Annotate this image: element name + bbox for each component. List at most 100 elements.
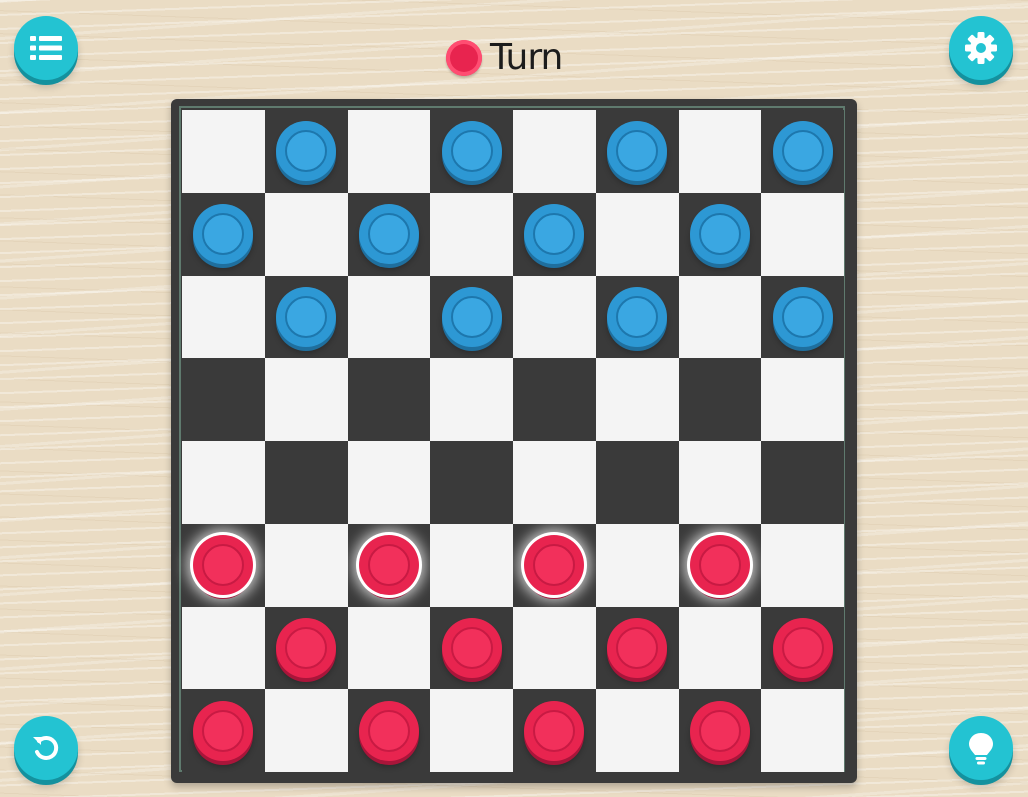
settings-button[interactable] [949, 16, 1013, 80]
checkers-board[interactable] [182, 110, 844, 772]
hint-button[interactable] [949, 716, 1013, 780]
board-square[interactable] [761, 441, 844, 524]
blue-checker-piece[interactable] [276, 121, 337, 182]
board-square[interactable] [678, 689, 762, 772]
red-checker-piece[interactable] [689, 535, 750, 596]
blue-checker-piece[interactable] [524, 204, 585, 265]
board-square[interactable] [182, 358, 265, 441]
board-square[interactable] [264, 275, 348, 359]
board-square[interactable] [513, 192, 596, 276]
board-square[interactable] [182, 275, 265, 359]
board-square[interactable] [678, 275, 762, 359]
board-square[interactable] [182, 523, 265, 607]
board-square[interactable] [264, 110, 348, 193]
board-square[interactable] [513, 358, 596, 441]
blue-checker-piece[interactable] [607, 286, 668, 347]
red-checker-piece[interactable] [607, 617, 668, 678]
board-square[interactable] [595, 441, 679, 524]
board-square[interactable] [595, 110, 679, 193]
menu-button[interactable] [14, 16, 78, 80]
board-square[interactable] [761, 606, 844, 690]
board-square[interactable] [678, 523, 762, 607]
gear-icon [964, 31, 998, 65]
board-square[interactable] [595, 192, 679, 276]
board-square[interactable] [182, 110, 265, 193]
board-square[interactable] [430, 441, 513, 524]
board-square[interactable] [347, 689, 431, 772]
board-square[interactable] [678, 192, 762, 276]
red-checker-piece[interactable] [689, 700, 750, 761]
blue-checker-piece[interactable] [358, 204, 419, 265]
board-square[interactable] [595, 358, 679, 441]
red-checker-piece[interactable] [193, 700, 254, 761]
list-icon [29, 31, 63, 65]
red-checker-piece[interactable] [358, 700, 419, 761]
board-square[interactable] [347, 606, 431, 690]
board-square[interactable] [761, 358, 844, 441]
board-square[interactable] [347, 110, 431, 193]
board-square[interactable] [430, 689, 513, 772]
undo-button[interactable] [14, 716, 78, 780]
board-square[interactable] [347, 441, 431, 524]
blue-checker-piece[interactable] [772, 286, 833, 347]
board-square[interactable] [678, 441, 762, 524]
blue-checker-piece[interactable] [772, 121, 833, 182]
red-checker-piece[interactable] [276, 617, 337, 678]
board-square[interactable] [595, 689, 679, 772]
board-square[interactable] [347, 275, 431, 359]
board-square[interactable] [761, 192, 844, 276]
board-square[interactable] [430, 110, 513, 193]
board-square[interactable] [264, 358, 348, 441]
board-square[interactable] [513, 110, 596, 193]
red-checker-piece[interactable] [524, 700, 585, 761]
lightbulb-icon [964, 731, 998, 765]
board-square[interactable] [678, 606, 762, 690]
blue-checker-piece[interactable] [607, 121, 668, 182]
turn-indicator: Turn [446, 36, 563, 80]
board-square[interactable] [761, 275, 844, 359]
board-square[interactable] [430, 358, 513, 441]
board-square[interactable] [761, 689, 844, 772]
board-square[interactable] [347, 358, 431, 441]
blue-checker-piece[interactable] [193, 204, 254, 265]
undo-icon [29, 731, 63, 765]
board-square[interactable] [513, 523, 596, 607]
red-checker-piece[interactable] [358, 535, 419, 596]
board-square[interactable] [182, 689, 265, 772]
red-checker-piece[interactable] [441, 617, 502, 678]
board-square[interactable] [264, 523, 348, 607]
board-square[interactable] [182, 606, 265, 690]
board-square[interactable] [264, 192, 348, 276]
turn-piece-icon [446, 40, 482, 76]
board-square[interactable] [513, 606, 596, 690]
red-checker-piece[interactable] [772, 617, 833, 678]
board-square[interactable] [264, 441, 348, 524]
board-square[interactable] [513, 441, 596, 524]
board-square[interactable] [595, 606, 679, 690]
board-square[interactable] [264, 689, 348, 772]
board-square[interactable] [678, 358, 762, 441]
board-square[interactable] [430, 523, 513, 607]
board-square[interactable] [761, 110, 844, 193]
board-square[interactable] [678, 110, 762, 193]
board-square[interactable] [430, 606, 513, 690]
board-square[interactable] [347, 192, 431, 276]
board-square[interactable] [513, 275, 596, 359]
turn-label: Turn [490, 37, 563, 78]
board-square[interactable] [430, 275, 513, 359]
board-square[interactable] [595, 523, 679, 607]
board-square[interactable] [264, 606, 348, 690]
board-square[interactable] [761, 523, 844, 607]
board-square[interactable] [182, 192, 265, 276]
blue-checker-piece[interactable] [441, 286, 502, 347]
board-square[interactable] [430, 192, 513, 276]
board-square[interactable] [182, 441, 265, 524]
red-checker-piece[interactable] [193, 535, 254, 596]
blue-checker-piece[interactable] [441, 121, 502, 182]
blue-checker-piece[interactable] [276, 286, 337, 347]
board-square[interactable] [595, 275, 679, 359]
red-checker-piece[interactable] [524, 535, 585, 596]
blue-checker-piece[interactable] [689, 204, 750, 265]
board-square[interactable] [513, 689, 596, 772]
board-square[interactable] [347, 523, 431, 607]
